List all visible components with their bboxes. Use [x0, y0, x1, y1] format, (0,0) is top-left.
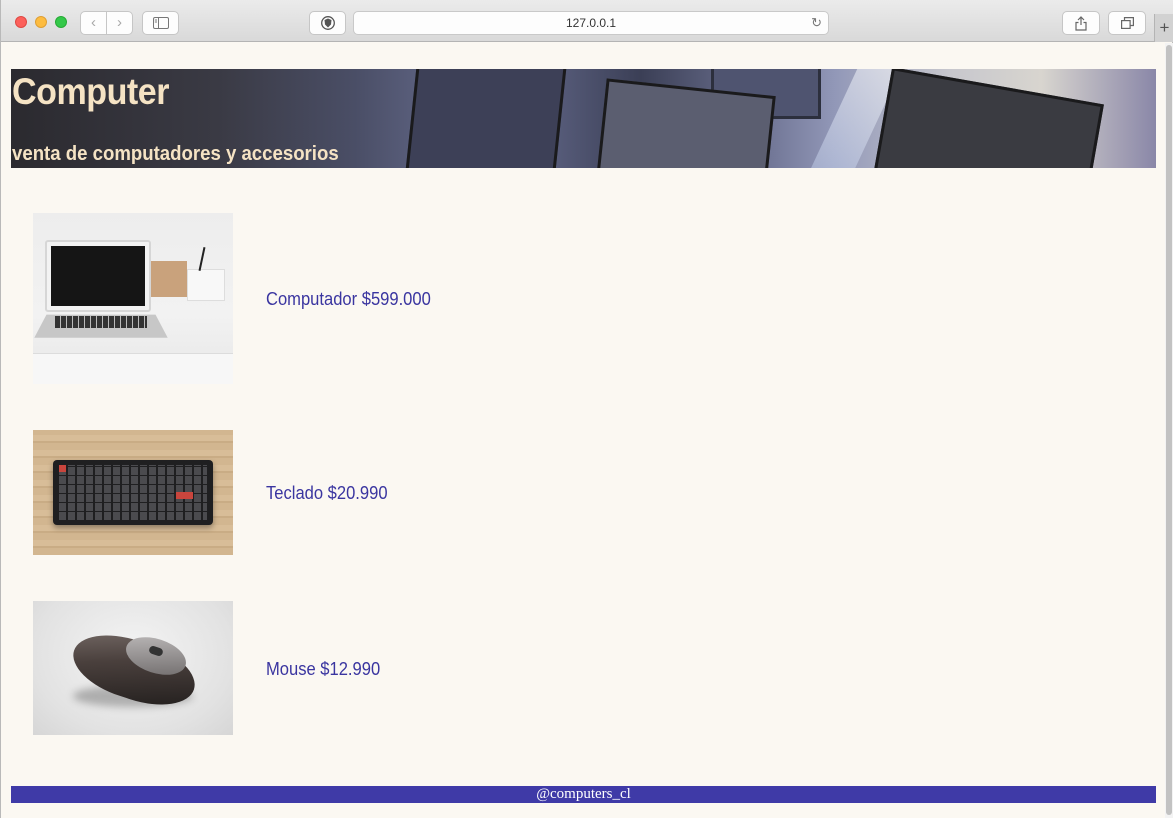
show-tabs-button[interactable]: [1108, 11, 1146, 35]
minimize-window-button[interactable]: [35, 16, 47, 28]
sidebar-toggle-button[interactable]: [142, 11, 179, 35]
forward-button[interactable]: ›: [107, 12, 132, 34]
laptop-image: [33, 213, 233, 384]
navigation-buttons: ‹ ›: [80, 11, 133, 35]
banner-monitor-graphic: [873, 69, 1104, 168]
product-item: Teclado $20.990: [33, 430, 1033, 555]
site-subtitle: venta de computadores y accesorios: [12, 143, 339, 165]
url-text: 127.0.0.1: [565, 16, 617, 30]
keyboard-image: [33, 430, 233, 555]
desk-graphic: [33, 353, 233, 384]
laptop-screen-graphic: [45, 240, 151, 312]
reload-icon[interactable]: ↻: [811, 12, 822, 34]
zoom-window-button[interactable]: [55, 16, 67, 28]
pen-graphic: [198, 247, 206, 271]
browser-window: ‹ › 127.0.0.1 ↻ + Computer venta de comp…: [0, 0, 1173, 818]
mouse-image: [33, 601, 233, 735]
share-button[interactable]: [1062, 11, 1100, 35]
product-item: Computador $599.000: [33, 213, 1033, 384]
sidebar-icon: [152, 17, 169, 29]
cup-graphic: [187, 269, 225, 301]
page-scrollbar[interactable]: [1165, 43, 1173, 818]
header-banner: Computer venta de computadores y accesor…: [11, 69, 1156, 168]
back-button[interactable]: ‹: [81, 12, 106, 34]
browser-toolbar: ‹ › 127.0.0.1 ↻ +: [1, 0, 1173, 42]
scrollbar-thumb[interactable]: [1166, 45, 1172, 815]
keyboard-accent-key-graphic: [59, 465, 66, 472]
new-tab-button[interactable]: +: [1154, 14, 1173, 42]
product-item: Mouse $12.990: [33, 601, 1033, 735]
privacy-report-button[interactable]: [309, 11, 346, 35]
product-label: Mouse $12.990: [266, 659, 381, 679]
share-icon: [1075, 15, 1087, 31]
tabs-overview-icon: [1120, 17, 1134, 29]
banner-monitor-graphic: [404, 69, 568, 168]
product-label: Computador $599.000: [266, 289, 431, 309]
shield-icon: [320, 16, 335, 30]
site-title: Computer: [12, 71, 170, 112]
footer-bar: @computers_cl: [11, 786, 1156, 803]
keyboard-accent-key-graphic: [176, 492, 193, 499]
holder-graphic: [151, 261, 187, 297]
web-page: Computer venta de computadores y accesor…: [2, 43, 1165, 818]
laptop-keys-graphic: [55, 316, 147, 328]
product-label: Teclado $20.990: [266, 483, 388, 503]
address-bar[interactable]: 127.0.0.1 ↻: [353, 11, 829, 35]
close-window-button[interactable]: [15, 16, 27, 28]
footer-handle: @computers_cl: [536, 786, 631, 802]
